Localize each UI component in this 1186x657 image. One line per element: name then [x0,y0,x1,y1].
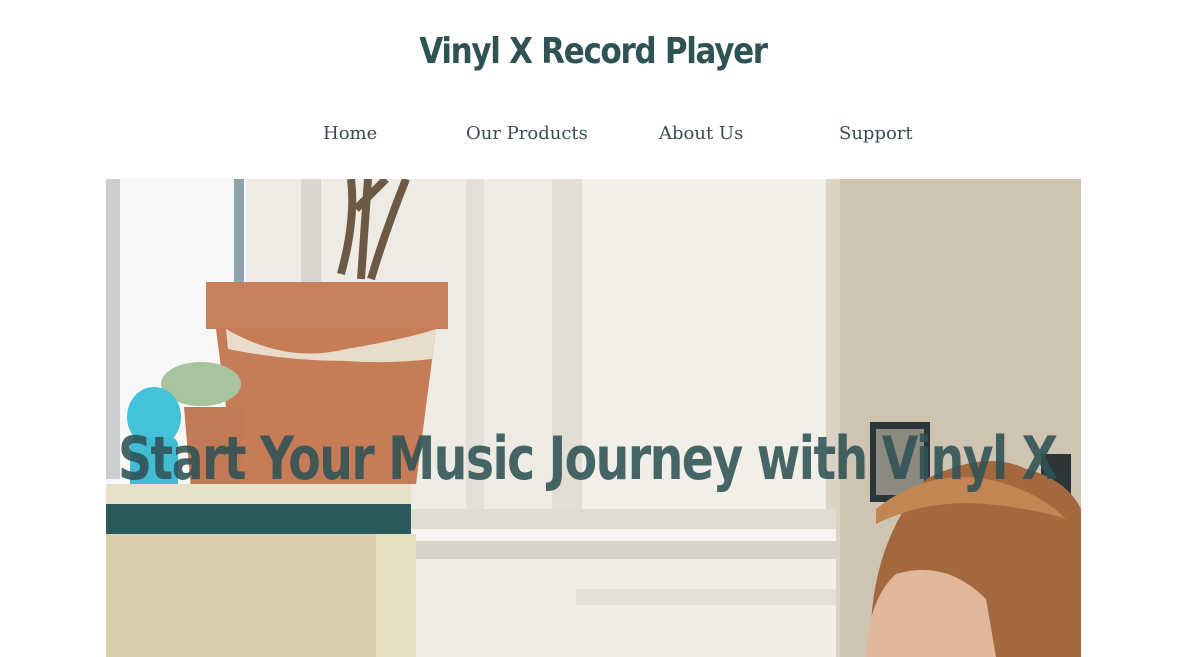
site-title: Vinyl X Record Player [419,31,768,72]
nav-home-link[interactable]: Home [323,120,377,148]
main-nav: Home Our Products About Us Support [0,120,1186,150]
nav-support-link[interactable]: Support [839,120,913,148]
hero-headline: Start Your Music Journey with Vinyl X [118,424,1058,494]
nav-our-products-link[interactable]: Our Products [466,120,588,148]
nav-about-us-link[interactable]: About Us [659,120,743,148]
hero-banner: Start Your Music Journey with Vinyl X [106,179,1081,657]
hero-photo [106,179,1081,657]
